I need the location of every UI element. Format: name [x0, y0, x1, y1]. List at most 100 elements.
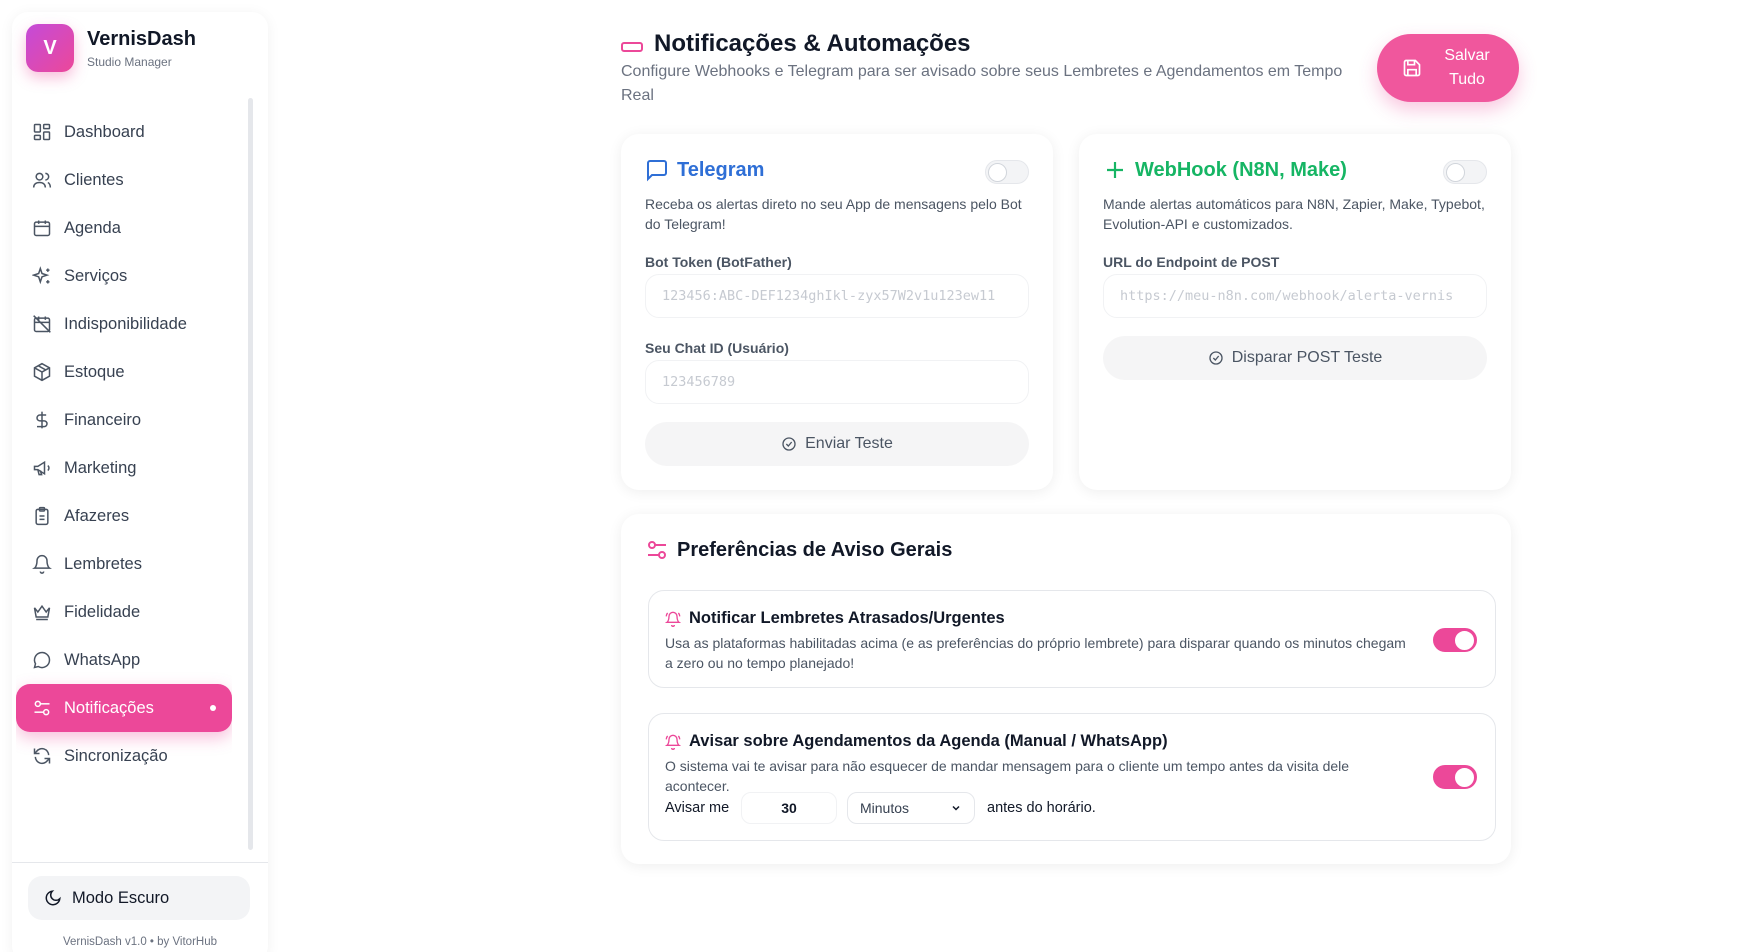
webhook-card: WebHook (N8N, Make) Mande alertas automá…	[1079, 134, 1511, 490]
reminder-amount-input[interactable]	[741, 792, 837, 824]
refresh-icon	[33, 747, 51, 765]
sidebar-item-label: Agenda	[64, 218, 121, 237]
sidebar-item-label: Serviços	[64, 266, 128, 285]
telegram-card: Telegram Receba os alertas direto no seu…	[621, 134, 1053, 490]
sidebar-item-label: Financeiro	[64, 410, 142, 429]
sidebar-divider	[12, 862, 268, 863]
crown-icon	[33, 604, 51, 621]
pref-title: Notificar Lembretes Atrasados/Urgentes	[665, 609, 1005, 628]
webhook-title: WebHook (N8N, Make)	[1103, 158, 1347, 182]
users-icon	[32, 172, 52, 188]
dollar-icon	[36, 411, 48, 429]
page-subtitle: Configure Webhooks e Telegram para ser a…	[621, 63, 1343, 104]
check-circle-icon	[782, 437, 796, 451]
post-test-button[interactable]: Disparar POST Teste	[1103, 336, 1487, 380]
sidebar-item-notificacoes[interactable]: Notificações	[16, 684, 232, 732]
bell-ring-icon	[665, 734, 681, 750]
brand-subtitle: Studio Manager	[87, 54, 172, 69]
brand-title: VernisDash	[87, 27, 196, 50]
sidebar-item-label: Estoque	[64, 362, 125, 381]
chevron-down-icon	[952, 805, 960, 811]
bell-icon	[32, 554, 52, 574]
sidebar-item-indisponibilidade[interactable]: Indisponibilidade	[16, 300, 232, 348]
endpoint-url-label: URL do Endpoint de POST	[1103, 254, 1280, 270]
brand-logo: V	[26, 24, 74, 72]
sidebar-item-lembretes[interactable]: Lembretes	[16, 540, 232, 588]
pref-title-text: Notificar Lembretes Atrasados/Urgentes	[689, 609, 1005, 627]
megaphone-icon	[33, 460, 50, 476]
moon-icon	[45, 890, 61, 906]
telegram-toggle[interactable]	[985, 160, 1029, 184]
sidebar-item-label: Lembretes	[64, 554, 142, 573]
calendar-icon	[33, 220, 51, 237]
sidebar-item-estoque[interactable]: Estoque	[16, 348, 232, 396]
post-test-label: Disparar POST Teste	[1231, 349, 1383, 366]
sidebar-item-afazeres[interactable]: Afazeres	[16, 492, 232, 540]
sidebar-item-clientes[interactable]: Clientes	[16, 156, 232, 204]
sidebar-item-label: Fidelidade	[64, 602, 141, 621]
sidebar-item-label: Indisponibilidade	[64, 314, 187, 333]
clipboard-icon	[35, 506, 49, 526]
brand[interactable]: V VernisDash Studio Manager	[26, 24, 196, 72]
bot-token-input[interactable]	[645, 274, 1029, 318]
floppy-disk-icon	[1403, 59, 1421, 77]
sparkles-icon	[32, 266, 50, 285]
webhook-description: Mande alertas automáticos para N8N, Zapi…	[1103, 196, 1485, 232]
appointment-alerts-toggle[interactable]	[1433, 765, 1477, 789]
pref-title: Avisar sobre Agendamentos da Agenda (Man…	[665, 732, 1168, 751]
preferences-title-text: Preferências de Aviso Gerais	[677, 538, 953, 561]
send-test-button[interactable]: Enviar Teste	[645, 422, 1029, 466]
sidebar-item-label: Marketing	[64, 458, 137, 477]
package-icon	[33, 362, 51, 382]
webhook-toggle[interactable]	[1443, 160, 1487, 184]
sidebar-item-dashboard[interactable]: Dashboard	[16, 108, 232, 156]
sidebar-item-sincronizacao[interactable]: Sincronização	[16, 732, 232, 780]
sidebar-item-servicos[interactable]: Serviços	[16, 252, 232, 300]
chat-bubble-icon	[33, 651, 51, 669]
telegram-description: Receba os alertas direto no seu App de m…	[645, 196, 1022, 232]
before-label: Avisar me	[665, 800, 730, 816]
endpoint-url-input[interactable]	[1103, 274, 1487, 318]
sidebar-item-financeiro[interactable]: Financeiro	[16, 396, 232, 444]
save-all-button[interactable]: Salvar Tudo	[1377, 34, 1519, 102]
save-all-label: Salvar Tudo	[1444, 47, 1490, 88]
bell-ring-icon	[665, 611, 681, 627]
sidebar-item-whatsapp[interactable]: WhatsApp	[16, 636, 232, 684]
after-label: antes do horário.	[987, 800, 1096, 816]
chat-id-label: Seu Chat ID (Usuário)	[645, 340, 789, 356]
page-title: Notificações & Automações	[654, 30, 971, 57]
sidebar-item-agenda[interactable]: Agenda	[16, 204, 232, 252]
chat-id-input[interactable]	[645, 360, 1029, 404]
pref-appointment-alerts: Avisar sobre Agendamentos da Agenda (Man…	[648, 713, 1496, 841]
time-unit-select[interactable]: Minutos	[847, 792, 975, 824]
sidebar-scrollbar[interactable]	[248, 98, 253, 850]
sidebar-item-label: WhatsApp	[64, 650, 141, 669]
sidebar-item-marketing[interactable]: Marketing	[16, 444, 232, 492]
dark-mode-label: Modo Escuro	[72, 888, 170, 907]
check-circle-icon	[1209, 351, 1223, 365]
webhook-title-text: WebHook (N8N, Make)	[1135, 158, 1347, 181]
time-unit-value: Minutos	[860, 800, 910, 816]
sidebar-item-label: Sincronização	[64, 746, 168, 765]
sidebar-nav: Dashboard Clientes Agenda Serviços Indis…	[16, 96, 232, 852]
bot-token-label: Bot Token (BotFather)	[645, 254, 792, 270]
telegram-title: Telegram	[645, 158, 764, 182]
sidebar-item-label: Afazeres	[64, 506, 130, 525]
overdue-reminders-toggle[interactable]	[1433, 628, 1477, 652]
router-icon	[621, 42, 643, 52]
pref-title-text: Avisar sobre Agendamentos da Agenda (Man…	[689, 732, 1168, 750]
calendar-off-icon	[33, 315, 51, 333]
sidebar-item-label: Clientes	[64, 170, 124, 189]
telegram-title-text: Telegram	[677, 158, 765, 181]
dark-mode-button[interactable]: Modo Escuro	[28, 876, 250, 920]
sidebar-item-label: Notificações	[64, 698, 154, 717]
send-test-label: Enviar Teste	[805, 435, 893, 452]
message-square-icon	[647, 160, 667, 182]
plus-icon	[1107, 162, 1123, 178]
sliders-icon	[34, 700, 50, 716]
pref-description: Usa as plataformas habilitadas acima (e …	[665, 635, 1406, 671]
sidebar-item-fidelidade[interactable]: Fidelidade	[16, 588, 232, 636]
pref-description: O sistema vai te avisar para não esquece…	[665, 758, 1350, 794]
preferences-title: Preferências de Aviso Gerais	[645, 538, 952, 562]
sidebar-item-label: Dashboard	[64, 122, 145, 141]
